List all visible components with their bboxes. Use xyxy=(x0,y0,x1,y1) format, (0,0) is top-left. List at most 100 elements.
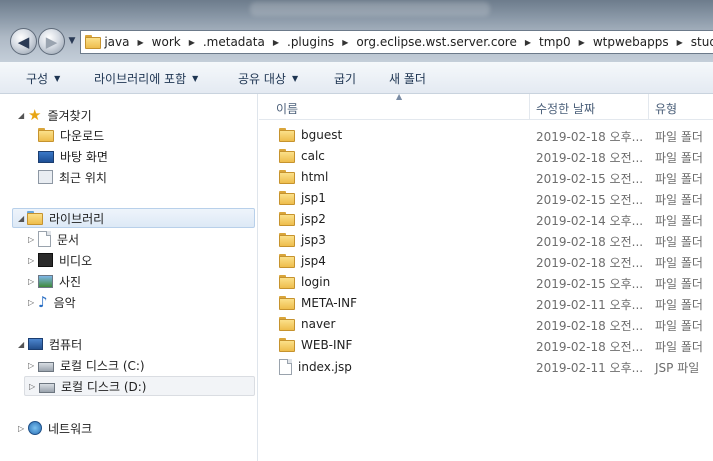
file-row[interactable]: jsp4 2019-02-18 오전... 파일 폴더 xyxy=(259,251,713,272)
expand-arrow-icon[interactable]: ▷ xyxy=(28,256,34,265)
nav-favorites[interactable]: ◢ ★ 즐겨찾기 xyxy=(18,105,92,125)
file-name: index.jsp xyxy=(298,360,352,374)
command-bar: 구성 ▼ 라이브러리에 포함 ▼ 공유 대상 ▼ 굽기 새 폴더 xyxy=(0,62,713,94)
breadcrumb-study[interactable]: study xyxy=(691,35,713,49)
nav-videos[interactable]: ▷ 비디오 xyxy=(28,250,92,270)
nav-downloads[interactable]: 다운로드 xyxy=(38,125,104,145)
nav-computer[interactable]: ◢ 컴퓨터 xyxy=(18,334,82,354)
column-header-type[interactable]: 유형 xyxy=(655,100,677,117)
file-row[interactable]: META-INF 2019-02-11 오후... 파일 폴더 xyxy=(259,293,713,314)
breadcrumb-chevron-icon[interactable]: ▶ xyxy=(273,38,279,47)
expand-arrow-icon[interactable]: ▷ xyxy=(28,235,34,244)
address-bar[interactable]: « java▶ work▶ .metadata▶ .plugins▶ org.e… xyxy=(80,30,713,54)
file-type: 파일 폴더 xyxy=(655,298,703,312)
breadcrumb-chevron-icon[interactable]: ▶ xyxy=(579,38,585,47)
file-row[interactable]: jsp2 2019-02-14 오후... 파일 폴더 xyxy=(259,209,713,230)
organize-button[interactable]: 구성 ▼ xyxy=(26,70,60,87)
expand-arrow-icon[interactable]: ▷ xyxy=(28,277,34,286)
file-date: 2019-02-18 오전... xyxy=(536,235,644,249)
breadcrumb-chevron-icon[interactable]: ▶ xyxy=(677,38,683,47)
breadcrumb-chevron-icon[interactable]: ▶ xyxy=(189,38,195,47)
file-name: bguest xyxy=(301,128,343,142)
file-row[interactable]: naver 2019-02-18 오전... 파일 폴더 xyxy=(259,314,713,335)
file-date: 2019-02-14 오후... xyxy=(536,214,644,228)
nav-network[interactable]: ▷ 네트워크 xyxy=(18,418,92,438)
folder-icon xyxy=(279,128,295,142)
file-date: 2019-02-11 오후... xyxy=(536,361,644,375)
nav-local-disk-d[interactable]: ▷ 로컬 디스크 (D:) xyxy=(24,376,255,396)
breadcrumb-tmp0[interactable]: tmp0 ▶ xyxy=(539,35,593,49)
file-row[interactable]: bguest 2019-02-18 오후... 파일 폴더 xyxy=(259,125,713,146)
file-row[interactable]: index.jsp 2019-02-11 오후... JSP 파일 xyxy=(259,356,713,377)
share-with-button[interactable]: 공유 대상 ▼ xyxy=(238,70,298,87)
nav-music[interactable]: ▷ ♪ 음악 xyxy=(28,292,76,312)
file-name-cell: jsp4 xyxy=(279,254,326,268)
file-type: 파일 폴더 xyxy=(655,256,703,270)
chevron-down-icon: ▼ xyxy=(192,74,199,83)
column-header-date[interactable]: 수정한 날짜 xyxy=(536,100,595,117)
nav-recent-places[interactable]: 최근 위치 xyxy=(38,167,107,187)
folder-icon xyxy=(279,233,295,247)
file-date: 2019-02-18 오전... xyxy=(536,319,644,333)
folder-icon xyxy=(279,317,295,331)
expand-arrow-icon[interactable]: ▷ xyxy=(29,382,35,391)
recent-pages-dropdown[interactable]: ▼ xyxy=(66,34,78,48)
file-name-cell: jsp1 xyxy=(279,191,326,205)
file-name-cell: jsp2 xyxy=(279,212,326,226)
file-row[interactable]: html 2019-02-15 오전... 파일 폴더 xyxy=(259,167,713,188)
file-name: jsp3 xyxy=(301,233,326,247)
pictures-icon xyxy=(38,274,53,288)
file-type: JSP 파일 xyxy=(655,361,700,375)
burn-button[interactable]: 굽기 xyxy=(334,70,356,87)
breadcrumb-chevron-icon[interactable]: ▶ xyxy=(138,38,144,47)
breadcrumb-work[interactable]: work ▶ xyxy=(152,35,203,49)
collapse-arrow-icon[interactable]: ◢ xyxy=(18,111,24,120)
file-row[interactable]: login 2019-02-15 오후... 파일 폴더 xyxy=(259,272,713,293)
file-name: login xyxy=(301,275,331,289)
breadcrumb-java[interactable]: java ▶ xyxy=(104,35,151,49)
column-divider[interactable] xyxy=(529,94,530,120)
downloads-folder-icon xyxy=(38,128,54,142)
title-bar: ◀ ▶ ▼ « java▶ work▶ .metadata▶ .plugins▶… xyxy=(0,0,713,62)
breadcrumb-wtpwebapps[interactable]: wtpwebapps ▶ xyxy=(593,35,691,49)
expand-arrow-icon[interactable]: ▷ xyxy=(18,424,24,433)
breadcrumb-server-core[interactable]: org.eclipse.wst.server.core ▶ xyxy=(356,35,539,49)
file-date: 2019-02-11 오후... xyxy=(536,298,644,312)
new-folder-button[interactable]: 새 폴더 xyxy=(389,70,426,87)
file-icon xyxy=(279,359,292,375)
nav-libraries[interactable]: ◢ 라이브러리 xyxy=(12,208,255,228)
collapse-arrow-icon[interactable]: ◢ xyxy=(18,340,24,349)
include-in-library-button[interactable]: 라이브러리에 포함 ▼ xyxy=(94,70,198,87)
column-header-name[interactable]: 이름 xyxy=(276,100,298,117)
nav-local-disk-c[interactable]: ▷ 로컬 디스크 (C:) xyxy=(28,355,145,375)
file-type: 파일 폴더 xyxy=(655,193,703,207)
breadcrumb-chevron-icon[interactable]: ▶ xyxy=(342,38,348,47)
nav-pictures[interactable]: ▷ 사진 xyxy=(28,271,81,291)
file-row[interactable]: jsp1 2019-02-15 오전... 파일 폴더 xyxy=(259,188,713,209)
expand-arrow-icon[interactable]: ▷ xyxy=(28,298,34,307)
folder-icon xyxy=(279,254,295,268)
forward-button[interactable]: ▶ xyxy=(38,28,65,55)
breadcrumb-metadata[interactable]: .metadata ▶ xyxy=(203,35,287,49)
folder-icon xyxy=(279,212,295,226)
file-name: calc xyxy=(301,149,325,163)
file-row[interactable]: calc 2019-02-18 오전... 파일 폴더 xyxy=(259,146,713,167)
nav-documents[interactable]: ▷ 문서 xyxy=(28,229,79,249)
expand-arrow-icon[interactable]: ▷ xyxy=(28,361,34,370)
collapse-arrow-icon[interactable]: ◢ xyxy=(18,214,24,223)
chevron-down-icon: ▼ xyxy=(68,36,76,46)
back-button[interactable]: ◀ xyxy=(10,28,37,55)
file-row[interactable]: jsp3 2019-02-18 오전... 파일 폴더 xyxy=(259,230,713,251)
file-date: 2019-02-15 오전... xyxy=(536,193,644,207)
chevron-down-icon: ▼ xyxy=(291,74,299,83)
column-divider[interactable] xyxy=(648,94,649,120)
breadcrumb-chevron-icon[interactable]: ▶ xyxy=(525,38,531,47)
file-type: 파일 폴더 xyxy=(655,214,703,228)
hard-drive-icon xyxy=(39,383,55,393)
file-row[interactable]: WEB-INF 2019-02-18 오전... 파일 폴더 xyxy=(259,335,713,356)
file-date: 2019-02-18 오후... xyxy=(536,130,644,144)
chevron-down-icon: ▼ xyxy=(54,74,61,83)
breadcrumb-plugins[interactable]: .plugins ▶ xyxy=(287,35,356,49)
nav-desktop[interactable]: 바탕 화면 xyxy=(38,146,108,166)
folder-icon xyxy=(279,338,295,352)
